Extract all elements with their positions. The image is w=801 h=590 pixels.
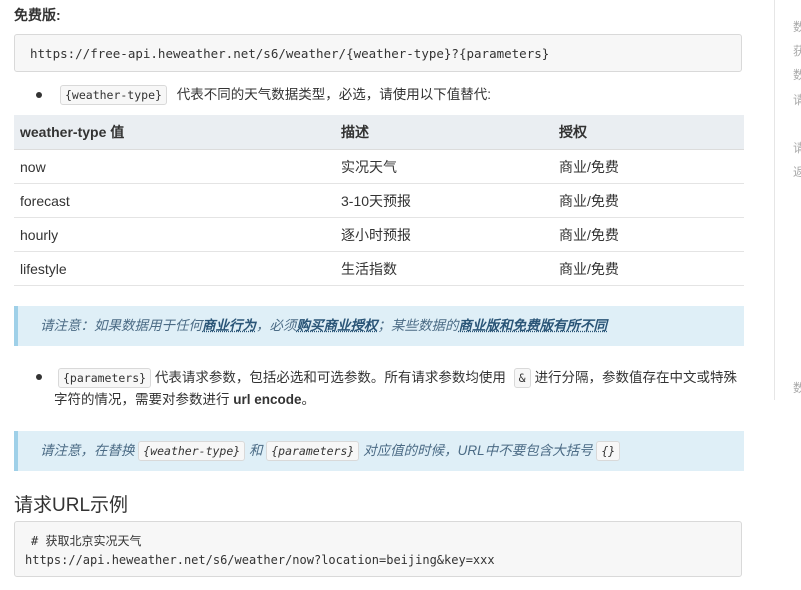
note-text: ；某些数据的 bbox=[377, 318, 459, 333]
example-code-block: # 获取北京实况天气 https://api.heweather.net/s6/… bbox=[14, 521, 742, 577]
braces-note: 请注意，在替换 {weather-type} 和 {parameters} 对应… bbox=[14, 431, 744, 471]
weather-type-text: 代表不同的天气数据类型，必选，请使用以下值替代: bbox=[176, 87, 491, 102]
braces-code: {} bbox=[596, 441, 621, 462]
toc-item[interactable]: 数 bbox=[793, 379, 801, 396]
commercial-behavior-link[interactable]: 商业行为 bbox=[202, 318, 256, 333]
table-cell: forecast bbox=[14, 183, 335, 218]
table-cell: 实况天气 bbox=[335, 149, 553, 184]
table-row: now 实况天气 商业/免费 bbox=[14, 149, 744, 184]
table-header-row: weather-type 值 描述 授权 bbox=[14, 115, 744, 150]
example-comment: # 获取北京实况天气 bbox=[31, 534, 142, 548]
table-header-license: 授权 bbox=[553, 115, 744, 150]
toc-item[interactable]: 请 bbox=[793, 139, 801, 156]
commercial-use-note: 请注意：如果数据用于任何商业行为，必须购买商业授权；某些数据的商业版和免费版有所… bbox=[14, 306, 744, 346]
note-text: 和 bbox=[248, 443, 263, 458]
example-url: https://api.heweather.net/s6/weather/now… bbox=[25, 553, 495, 567]
ampersand-code: & bbox=[513, 368, 531, 389]
toc-item[interactable]: 数 bbox=[793, 66, 801, 83]
table-cell: 逐小时预报 bbox=[335, 217, 553, 252]
table-cell: hourly bbox=[14, 217, 335, 252]
table-cell: 商业/免费 bbox=[553, 251, 744, 286]
table-cell: 商业/免费 bbox=[553, 217, 744, 252]
note-text: 请注意，在替换 bbox=[40, 443, 135, 458]
free-api-url-code: https://free-api.heweather.net/s6/weathe… bbox=[14, 34, 742, 72]
note-text: ，必须 bbox=[256, 318, 297, 333]
table-cell: lifestyle bbox=[14, 251, 335, 286]
url-encode-text: url encode bbox=[233, 392, 302, 407]
table-cell: 商业/免费 bbox=[553, 183, 744, 218]
toc-item[interactable]: 获 bbox=[793, 42, 801, 59]
note-text: 对应值的时候，URL中不要包含大括号 bbox=[363, 443, 593, 458]
table-row: lifestyle 生活指数 商业/免费 bbox=[14, 251, 744, 286]
buy-commercial-license-link[interactable]: 购买商业授权 bbox=[297, 318, 378, 333]
bullet-dot bbox=[36, 92, 42, 98]
table-header-description: 描述 bbox=[335, 115, 553, 150]
table-row: forecast 3-10天预报 商业/免费 bbox=[14, 183, 744, 218]
commercial-vs-free-link[interactable]: 商业版和免费版有所不同 bbox=[459, 318, 608, 333]
right-toc-panel: 数 获 数 请 请 返 数 bbox=[774, 0, 801, 400]
table-row: hourly 逐小时预报 商业/免费 bbox=[14, 217, 744, 252]
period: 。 bbox=[301, 392, 316, 407]
bullet-dot bbox=[36, 374, 42, 380]
example-section-title: 请求URL示例 bbox=[14, 495, 129, 516]
table-cell: 3-10天预报 bbox=[335, 183, 553, 218]
parameters-description: {parameters} 代表请求参数，包括必选和可选参数。所有请求参数均使用 … bbox=[54, 367, 744, 411]
parameters-text: 代表请求参数，包括必选和可选参数。所有请求参数均使用 bbox=[154, 370, 506, 385]
toc-item[interactable]: 数 bbox=[793, 18, 801, 35]
toc-item[interactable]: 请 bbox=[793, 91, 801, 108]
toc-item[interactable]: 返 bbox=[793, 163, 801, 180]
weather-type-description: {weather-type} 代表不同的天气数据类型，必选，请使用以下值替代: bbox=[60, 84, 491, 106]
free-version-title: 免费版: bbox=[14, 7, 61, 23]
note-text: 请注意：如果数据用于任何 bbox=[40, 318, 202, 333]
table-cell: now bbox=[14, 149, 335, 184]
parameters-code: {parameters} bbox=[266, 441, 360, 462]
table-cell: 商业/免费 bbox=[553, 149, 744, 184]
weather-type-code: {weather-type} bbox=[60, 85, 167, 106]
weather-type-table: weather-type 值 描述 授权 now 实况天气 商业/免费 fore… bbox=[14, 115, 744, 286]
table-header-weather-type: weather-type 值 bbox=[14, 115, 335, 150]
weather-type-code: {weather-type} bbox=[138, 441, 246, 462]
parameters-code: {parameters} bbox=[58, 368, 152, 389]
table-cell: 生活指数 bbox=[335, 251, 553, 286]
